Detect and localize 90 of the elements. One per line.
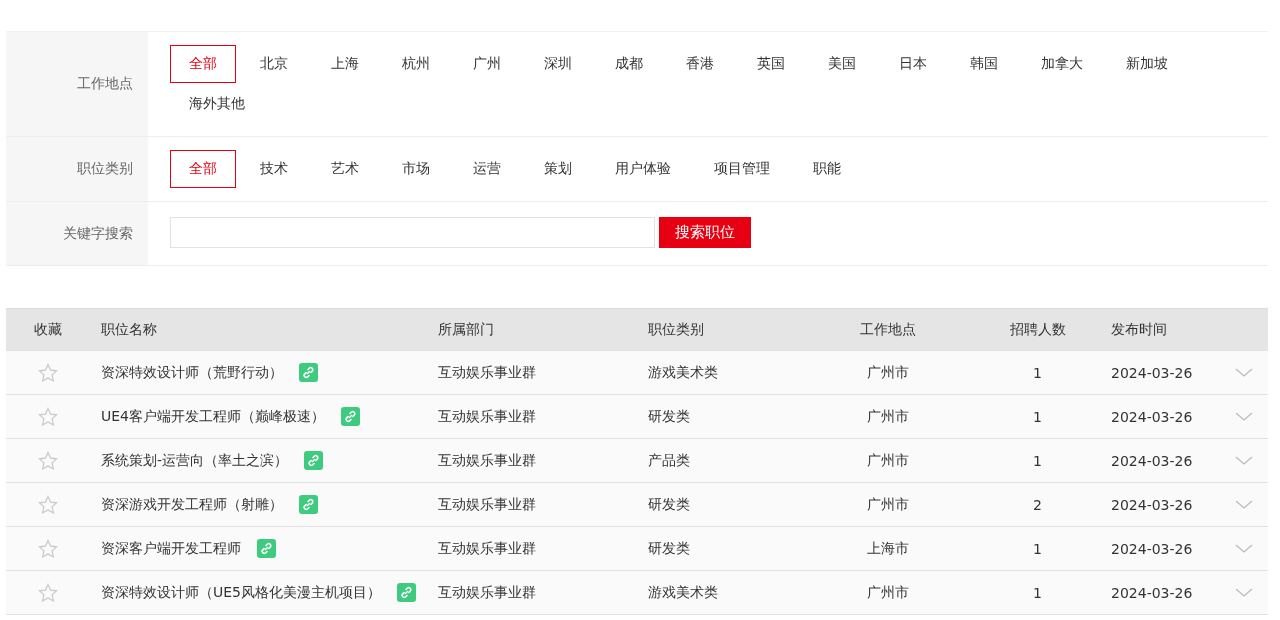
filter-label: 职位类别 bbox=[6, 137, 148, 201]
chevron-icon[interactable] bbox=[1235, 456, 1253, 465]
filter-option[interactable]: 职能 bbox=[794, 150, 860, 188]
filter-option[interactable]: 美国 bbox=[809, 45, 875, 83]
chevron-icon[interactable] bbox=[1235, 412, 1253, 421]
table-cell: 互动娱乐事业群 bbox=[438, 407, 536, 426]
table-cell: 2024-03-26 bbox=[1111, 452, 1193, 469]
chevron-icon[interactable] bbox=[1235, 500, 1253, 509]
table-cell: 1 bbox=[1033, 364, 1042, 381]
search-button[interactable]: 搜索职位 bbox=[659, 217, 751, 248]
column-header: 工作地点 bbox=[858, 320, 917, 339]
filter-label: 工作地点 bbox=[6, 32, 148, 136]
filter-option[interactable]: 运营 bbox=[454, 150, 520, 188]
keyword-field[interactable] bbox=[170, 217, 655, 248]
filter-option[interactable]: 北京 bbox=[241, 45, 307, 83]
job-title-link[interactable]: 资深特效设计师（荒野行动） bbox=[101, 363, 283, 382]
filter-option[interactable]: 英国 bbox=[738, 45, 804, 83]
table-cell: 1 bbox=[1033, 584, 1042, 601]
table-cell: 广州市 bbox=[866, 583, 909, 602]
filter-option[interactable]: 策划 bbox=[525, 150, 591, 188]
table-cell: 互动娱乐事业群 bbox=[438, 363, 536, 382]
filter-option[interactable]: 杭州 bbox=[383, 45, 449, 83]
chevron-icon[interactable] bbox=[1235, 368, 1253, 377]
table-cell: 互动娱乐事业群 bbox=[438, 451, 536, 470]
column-header: 职位名称 bbox=[100, 320, 158, 339]
filter-option[interactable]: 韩国 bbox=[951, 45, 1017, 83]
job-title-link[interactable]: 系统策划-运营向（率土之滨） bbox=[101, 451, 289, 470]
chevron-icon[interactable] bbox=[1235, 544, 1253, 553]
table-cell: 1 bbox=[1033, 540, 1042, 557]
table-cell: 2024-03-26 bbox=[1111, 496, 1193, 513]
table-cell: 广州市 bbox=[866, 363, 909, 382]
filter-option[interactable]: 海外其他 bbox=[170, 85, 264, 123]
table-cell: 2024-03-26 bbox=[1111, 540, 1193, 557]
table-cell: 产品类 bbox=[648, 451, 690, 470]
table-cell: 1 bbox=[1033, 408, 1042, 425]
link-icon[interactable] bbox=[299, 495, 318, 514]
link-icon[interactable] bbox=[341, 407, 360, 426]
filter-option[interactable]: 香港 bbox=[667, 45, 733, 83]
filter-option[interactable]: 上海 bbox=[312, 45, 378, 83]
chevron-icon[interactable] bbox=[1235, 588, 1253, 597]
job-title-link[interactable]: 资深特效设计师（UE5风格化美漫主机项目） bbox=[101, 583, 381, 602]
star-icon[interactable] bbox=[38, 494, 58, 515]
filter-option[interactable]: 用户体验 bbox=[596, 150, 690, 188]
job-title-link[interactable]: 资深客户端开发工程师 bbox=[101, 539, 241, 558]
filter-option[interactable]: 加拿大 bbox=[1022, 45, 1102, 83]
table-cell: 2 bbox=[1033, 496, 1042, 513]
link-icon[interactable] bbox=[299, 363, 318, 382]
filter-option[interactable]: 成都 bbox=[596, 45, 662, 83]
table-cell: 研发类 bbox=[648, 495, 690, 514]
star-icon[interactable] bbox=[38, 450, 58, 471]
filter-option[interactable]: 市场 bbox=[383, 150, 449, 188]
table-cell: 上海市 bbox=[866, 539, 909, 558]
filter-option[interactable]: 项目管理 bbox=[695, 150, 789, 188]
table-cell: 2024-03-26 bbox=[1111, 584, 1193, 601]
table-cell: 2024-03-26 bbox=[1111, 408, 1193, 425]
table-cell: 互动娱乐事业群 bbox=[438, 495, 536, 514]
filter-option[interactable]: 全部 bbox=[170, 150, 236, 188]
link-icon[interactable] bbox=[397, 583, 416, 602]
column-header: 发布时间 bbox=[1110, 320, 1168, 339]
column-header: 职位类别 bbox=[647, 320, 705, 339]
star-icon[interactable] bbox=[38, 406, 58, 427]
table-cell: 广州市 bbox=[866, 407, 909, 426]
table-cell: 研发类 bbox=[648, 539, 690, 558]
star-icon[interactable] bbox=[38, 538, 58, 559]
filter-option[interactable]: 深圳 bbox=[525, 45, 591, 83]
link-icon[interactable] bbox=[257, 539, 276, 558]
table-cell: 1 bbox=[1033, 452, 1042, 469]
filter-option[interactable]: 新加坡 bbox=[1107, 45, 1187, 83]
column-header: 所属部门 bbox=[437, 320, 495, 339]
table-cell: 游戏美术类 bbox=[648, 583, 718, 602]
filter-option[interactable]: 技术 bbox=[241, 150, 307, 188]
table-cell: 2024-03-26 bbox=[1111, 364, 1193, 381]
filter-label: 关键字搜索 bbox=[6, 202, 148, 265]
link-icon[interactable] bbox=[304, 451, 324, 470]
star-icon[interactable] bbox=[38, 362, 58, 383]
job-title-link[interactable]: 资深游戏开发工程师（射雕） bbox=[101, 495, 283, 514]
filter-option[interactable]: 全部 bbox=[170, 45, 236, 83]
table-cell: 互动娱乐事业群 bbox=[438, 583, 536, 602]
table-cell: 广州市 bbox=[866, 451, 909, 470]
table-cell: 研发类 bbox=[648, 407, 690, 426]
table-cell: 互动娱乐事业群 bbox=[438, 539, 536, 558]
filter-option[interactable]: 艺术 bbox=[312, 150, 378, 188]
job-title-link[interactable]: UE4客户端开发工程师（巅峰极速） bbox=[101, 407, 325, 426]
star-icon[interactable] bbox=[38, 582, 58, 603]
column-header: 收藏 bbox=[33, 320, 63, 339]
column-header: 招聘人数 bbox=[1008, 320, 1067, 339]
table-cell: 游戏美术类 bbox=[648, 363, 718, 382]
table-cell: 广州市 bbox=[866, 495, 909, 514]
filter-option[interactable]: 广州 bbox=[454, 45, 520, 83]
filter-option[interactable]: 日本 bbox=[880, 45, 946, 83]
